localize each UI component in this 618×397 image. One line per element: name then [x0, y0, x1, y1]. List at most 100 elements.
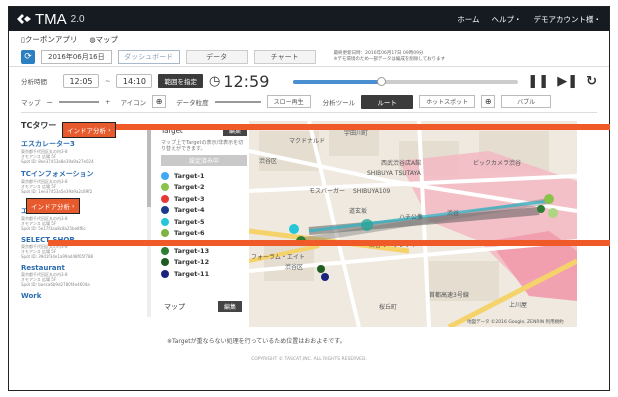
period-label: 分析時間	[21, 78, 47, 86]
update-note-line2: ※デモ環境のため一部データは編成を削除しております	[333, 56, 446, 62]
target-item[interactable]: Target-4	[161, 205, 247, 217]
precision-slider[interactable]	[214, 100, 261, 103]
subnav-map[interactable]: ◍マップ	[89, 34, 118, 45]
bubble-button[interactable]: バブル	[501, 95, 552, 108]
chevron-right-icon: ›	[108, 126, 111, 134]
shop-spot-id: Spot ID: baeca6b9d2780f4e4604a	[21, 282, 90, 287]
list-item[interactable]: Work	[21, 292, 146, 300]
map-label-kamikawaya: 上川屋	[509, 301, 527, 309]
target-name: Target-2	[174, 183, 205, 192]
target-item[interactable]: Target-13	[161, 245, 247, 257]
shop-name[interactable]: エスカレーター3	[21, 139, 146, 149]
top-nav: ホーム ヘルプ・ デモアカウント様・	[457, 14, 601, 25]
map-slider[interactable]	[59, 100, 99, 103]
map-edit-button[interactable]: 編集	[217, 301, 242, 312]
tab-data[interactable]: データ	[185, 49, 248, 64]
start-time-input[interactable]: 12:05	[63, 74, 99, 88]
nav-account[interactable]: デモアカウント様・	[534, 14, 602, 25]
refresh-button[interactable]: ⟳	[21, 49, 35, 64]
nav-help[interactable]: ヘルプ・	[492, 14, 522, 25]
list-item[interactable]: TCインフォメーション 東京都千代田区丸の内3-8 オモアンス 広場 5F Spot …	[21, 169, 146, 194]
update-note: 最終更新日時：2016年06月17日 09時09分 ※デモ環境のため一部データは…	[334, 51, 446, 63]
current-time: ◷ 12:59	[209, 72, 269, 91]
map-view[interactable]: マクドナルド 宇田川町 渋谷区 西武渋谷店A館 SHIBUYA TSUTAYA …	[249, 121, 577, 327]
map-attribution: 地図データ ©2016 Google, ZENRIN 利用規約	[467, 318, 564, 325]
map-title: マップ	[164, 302, 185, 311]
map-label-109: SHIBUYA109	[353, 188, 391, 195]
hotspot-button[interactable]: ホットスポット	[419, 95, 476, 108]
target-name: Target-6	[174, 229, 205, 238]
map-label-tsutaya: SHIBUYA TSUTAYA	[367, 170, 422, 177]
shop-spot-id: Spot ID: 8ee37453a8e39a9a27e024	[21, 159, 94, 164]
target-item[interactable]: Target-11	[161, 268, 247, 280]
list-item[interactable]: エスカレーター3 東京都千代田区丸の内3-8 オモアンス 広場 5F Spot ID:…	[21, 139, 146, 164]
target-item[interactable]: Target-6	[161, 228, 247, 240]
target-item[interactable]: Target-5	[161, 216, 247, 228]
route-button[interactable]: ルート	[361, 94, 414, 109]
step-forward-icon[interactable]: ▶❚	[557, 74, 578, 89]
date-picker[interactable]: 2016年06月16日	[41, 49, 112, 64]
map-canvas[interactable]: マクドナルド 宇田川町 渋谷区 西武渋谷店A館 SHIBUYA TSUTAYA …	[249, 121, 577, 327]
target-name: Target-12	[174, 258, 210, 267]
map-label-shibuya-ku2: 渋谷区	[285, 263, 303, 271]
map-header: マップ 編集	[164, 301, 242, 312]
spot-list: TCタワー エスカレーター3 東京都千代田区丸の内3-8 オモアンス 広場 5F Sp…	[21, 120, 146, 335]
target-color-icon	[161, 183, 169, 192]
slow-play-button[interactable]: スロー再生	[266, 95, 311, 108]
shop-name[interactable]: TCインフォメーション	[21, 169, 146, 179]
map-label-mos: モスバーガー	[309, 187, 345, 195]
progress-knob[interactable]	[376, 77, 386, 86]
map-label-seibu: 西武渋谷店A館	[381, 159, 421, 167]
shop-spot-id: Spot ID: 39d1f34e1a99ad48f05f788	[21, 254, 94, 259]
spot-scroll-thumb[interactable]	[147, 127, 151, 207]
map-label-forum8: フォーラム・エイト	[251, 254, 305, 261]
progress-fill	[293, 80, 381, 84]
target-name: Target-4	[174, 206, 205, 215]
end-time-input[interactable]: 14:10	[116, 74, 153, 88]
shop-list: エスカレーター3 東京都千代田区丸の内3-8 オモアンス 広場 5F Spot ID:…	[21, 139, 146, 300]
map-label-expressway: 首都高速3号線	[429, 291, 469, 299]
timer-icon: ◷	[208, 73, 221, 89]
hotspot-zoom-button[interactable]: ⊕	[481, 95, 496, 108]
target-color-icon	[161, 206, 169, 215]
magnifier-icon: ⊕	[484, 97, 492, 106]
range-button[interactable]: 範囲を指定	[158, 74, 203, 88]
shop-spot-id: Spot ID: 1ee37453a5e39a9a2c89f2	[21, 189, 93, 194]
map-label-udagawa: 宇田川町	[344, 129, 368, 137]
target-item[interactable]: Target-1	[161, 170, 247, 182]
tab-chart[interactable]: チャート	[253, 49, 316, 64]
precision-label: データ粒度	[176, 98, 209, 107]
map-label-sakuragaoka: 桜丘町	[379, 303, 397, 311]
indoor-analysis-badge-1[interactable]: インドア分析 ›	[62, 122, 116, 138]
target-item[interactable]: Target-2	[161, 182, 247, 194]
map-label-shibuya: 渋谷	[447, 209, 459, 217]
playback-progress[interactable]	[293, 77, 518, 86]
spot-scrollbar[interactable]	[147, 127, 151, 317]
zoom-minus[interactable]: ー	[47, 97, 54, 107]
map-label-bic: ビックカメラ渋谷	[473, 159, 521, 167]
subnav-coupon[interactable]: ▯クーポンアプリ	[21, 34, 77, 45]
shop-name[interactable]: Work	[21, 292, 146, 300]
sub-nav: ▯クーポンアプリ ◍マップ	[9, 31, 609, 47]
target-items: Target-1 Target-2 Target-3 Target-4 Target-5…	[161, 170, 247, 280]
pause-icon[interactable]: ❚❚	[527, 74, 549, 89]
list-item[interactable]: Restaurant 東京都千代田区丸の内3-8 オモアンス 広場 5F Spot I…	[21, 264, 146, 287]
target-item[interactable]: Target-12	[161, 257, 247, 269]
tab-dashboard[interactable]: ダッシュボード	[117, 49, 180, 64]
nav-home[interactable]: ホーム	[457, 14, 479, 25]
icon-zoom-button[interactable]: ⊕	[152, 95, 167, 108]
target-color-icon	[161, 269, 169, 278]
logo[interactable]: TMA 2.0	[17, 11, 85, 28]
time-controls: 分析時間 12:05 ~ 14:10 範囲を指定 ◷ 12:59 ❚❚ ▶❚ ↻	[21, 71, 597, 91]
target-name: Target-3	[174, 194, 205, 203]
shop-name[interactable]: Restaurant	[21, 264, 146, 272]
map-label-hachiko: ハチ公像	[399, 213, 423, 221]
target-item[interactable]: Target-3	[161, 193, 247, 205]
target-set-button[interactable]: 設定済み中	[161, 155, 247, 166]
indoor-analysis-badge-2[interactable]: インドア分析 ›	[26, 198, 80, 214]
target-name: Target-11	[174, 269, 210, 278]
icon-label: アイコン	[120, 98, 147, 107]
reload-icon[interactable]: ↻	[586, 74, 597, 89]
zoom-plus[interactable]: +	[105, 98, 110, 106]
map-label-mcd: マクドナルド	[289, 138, 325, 145]
